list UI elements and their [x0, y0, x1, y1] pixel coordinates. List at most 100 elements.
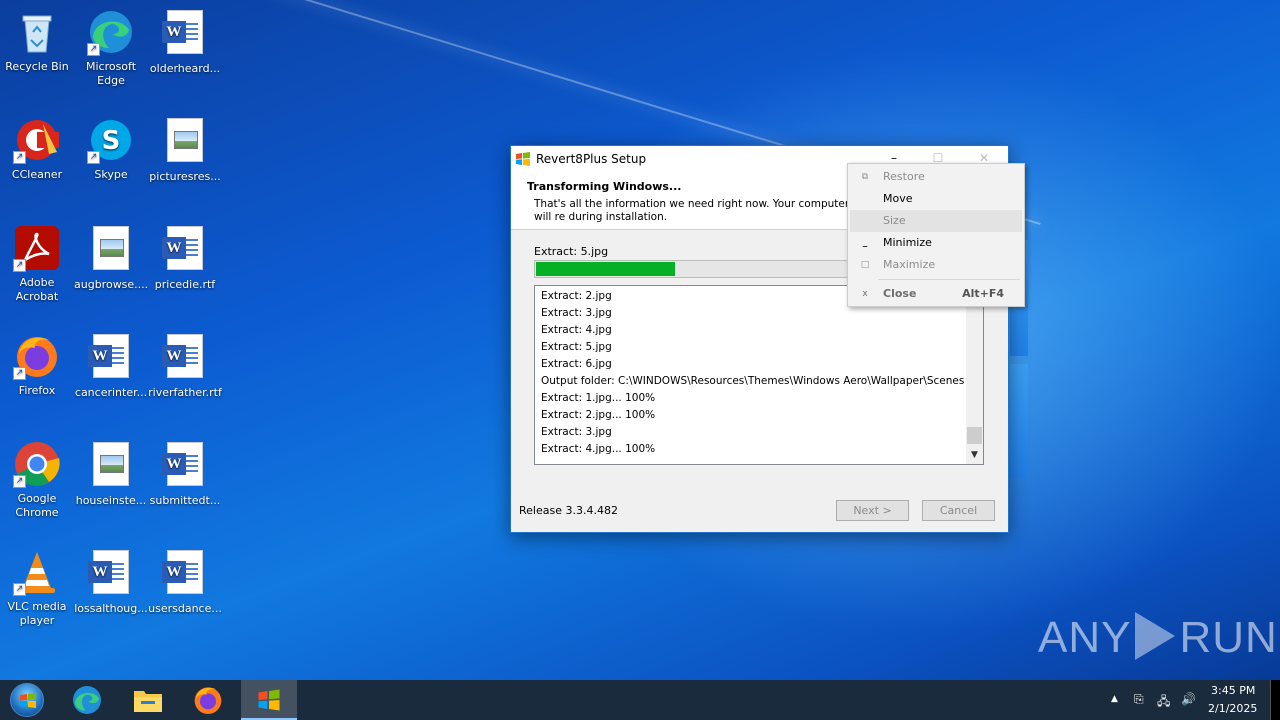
word-document-icon: W: [161, 226, 209, 274]
anyrun-watermark: ANY RUN: [1038, 612, 1278, 663]
shortcut-arrow-icon: ↗: [87, 151, 100, 164]
desktop-icon-skype[interactable]: S ↗ Skype: [74, 116, 148, 182]
menu-item-minimize[interactable]: _ Minimize: [850, 232, 1022, 254]
desktop-icon-microsoft-edge[interactable]: ↗ Microsoft Edge: [74, 8, 148, 88]
desktop-icon-label: CCleaner: [11, 168, 63, 181]
edge-icon: [73, 686, 101, 714]
chrome-icon: ↗: [13, 440, 61, 488]
install-log-lines: Extract: 2.jpg Extract: 3.jpg Extract: 4.j…: [535, 288, 966, 458]
log-scrollbar-thumb[interactable]: [967, 427, 982, 444]
desktop-icon-houseinste[interactable]: houseinste...: [74, 440, 148, 508]
taskbar-file-explorer[interactable]: [120, 680, 176, 720]
desktop-icon-riverfather[interactable]: W riverfather.rtf: [148, 332, 222, 400]
image-file-icon: [87, 442, 135, 490]
log-line: Extract: 4.jpg: [541, 324, 612, 336]
firefox-icon: [194, 687, 222, 714]
taskbar-edge[interactable]: [59, 680, 115, 720]
menu-separator: [878, 279, 1020, 280]
network-icon[interactable]: 🖧: [1157, 692, 1170, 713]
next-button[interactable]: Next >: [836, 500, 909, 521]
extract-status-text: Extract: 5.jpg: [534, 245, 609, 258]
clock-date[interactable]: 2/1/2025: [1208, 702, 1257, 715]
svg-text:S: S: [102, 126, 121, 156]
menu-item-restore[interactable]: ⧉ Restore: [850, 166, 1022, 188]
desktop-icon-label: pricedie.rtf: [154, 278, 216, 291]
desktop-icon-submittedt[interactable]: W submittedt...: [148, 440, 222, 508]
desktop-icon-label: lossalthoug...: [74, 602, 148, 615]
desktop-icon-picturesres[interactable]: picturesres...: [148, 116, 222, 184]
word-document-icon: W: [161, 10, 209, 58]
volume-icon[interactable]: 🔊: [1181, 692, 1196, 706]
desktop-icon-label: Adobe Acrobat: [15, 276, 59, 303]
install-log[interactable]: Extract: 2.jpg Extract: 3.jpg Extract: 4.j…: [534, 285, 984, 465]
taskbar-firefox[interactable]: [180, 680, 236, 720]
windows-flag-icon: [258, 689, 280, 711]
shortcut-arrow-icon: ↗: [13, 475, 26, 488]
shortcut-arrow-icon: ↗: [87, 43, 100, 56]
setup-header-subtitle: That's all the information we need right…: [534, 198, 850, 223]
wallpaper-logo-pane: [1010, 364, 1028, 478]
desktop-icon-label: Firefox: [18, 384, 56, 397]
desktop-icon-firefox[interactable]: ↗ Firefox: [0, 332, 74, 398]
desktop-icon-olderheard[interactable]: W olderheard...: [148, 8, 222, 76]
taskbar-setup[interactable]: [241, 680, 297, 720]
word-document-icon: W: [161, 550, 209, 598]
ccleaner-icon: ↗: [13, 116, 61, 164]
shortcut-arrow-icon: ↗: [13, 151, 26, 164]
desktop-icon-label: Google Chrome: [15, 492, 59, 519]
desktop-icon-label: usersdance...: [148, 602, 222, 615]
desktop-icon-google-chrome[interactable]: ↗ Google Chrome: [0, 440, 74, 520]
desktop-icon-label: houseinste...: [75, 494, 147, 507]
setup-window-title: Revert8Plus Setup: [536, 152, 647, 166]
start-button[interactable]: [0, 680, 56, 720]
device-icon[interactable]: ⎘: [1134, 692, 1144, 707]
recycle-bin-icon: [13, 8, 61, 56]
log-line: Extract: 3.jpg: [541, 426, 612, 438]
menu-item-close[interactable]: x Close Alt+F4: [850, 283, 1022, 305]
menu-item-size[interactable]: Size: [850, 210, 1022, 232]
desktop-icon-label: picturesres...: [149, 170, 221, 183]
clock-time[interactable]: 3:45 PM: [1211, 684, 1255, 697]
firefox-icon: ↗: [13, 332, 61, 380]
start-orb-icon: [10, 683, 44, 717]
windows-flag-icon: [516, 152, 530, 166]
desktop-icon-label: riverfather.rtf: [148, 386, 222, 399]
log-line: Extract: 3.jpg: [541, 307, 612, 319]
shortcut-arrow-icon: ↗: [13, 583, 26, 596]
desktop-icon-pricedie[interactable]: W pricedie.rtf: [148, 224, 222, 292]
log-scrollbar[interactable]: ▼: [966, 286, 983, 464]
progress-fill: [536, 262, 675, 276]
log-line: Extract: 5.jpg: [541, 341, 612, 353]
restore-icon: ⧉: [861, 172, 869, 182]
log-line: Extract: 6.jpg: [541, 358, 612, 370]
desktop-icon-cancerinter[interactable]: W cancerinter...: [74, 332, 148, 400]
desktop-icon-recycle-bin[interactable]: Recycle Bin: [0, 8, 74, 74]
desktop-icon-lossalthoug[interactable]: W lossalthoug...: [74, 548, 148, 616]
desktop-icon-label: Skype: [94, 168, 128, 181]
desktop-icon-label: submittedt...: [149, 494, 221, 507]
desktop-icon-usersdance[interactable]: W usersdance...: [148, 548, 222, 616]
desktop-icon-augbrowse[interactable]: augbrowse....: [74, 224, 148, 292]
shortcut-arrow-icon: ↗: [13, 367, 26, 380]
desktop-icon-label: olderheard...: [149, 62, 221, 75]
cancel-button[interactable]: Cancel: [922, 500, 995, 521]
folder-icon: [134, 691, 162, 712]
adobe-acrobat-icon: ↗: [13, 224, 61, 272]
tray-overflow-chevron-icon[interactable]: ▲: [1111, 694, 1118, 704]
word-document-icon: W: [161, 442, 209, 490]
desktop-icon-vlc[interactable]: ↗ VLC media player: [0, 548, 74, 628]
watermark-left-text: ANY: [1038, 613, 1132, 662]
desktop-icon-label: VLC media player: [7, 600, 67, 627]
setup-header-title: Transforming Windows...: [527, 180, 682, 193]
scroll-down-arrow-icon[interactable]: ▼: [966, 447, 983, 464]
window-system-menu[interactable]: ⧉ Restore Move Size _ Minimize □ Maximiz…: [847, 163, 1025, 307]
log-line: Output folder: C:\WINDOWS\Resources\Them…: [541, 375, 965, 387]
log-line: Extract: 1.jpg... 100%: [541, 392, 656, 404]
image-file-icon: [87, 226, 135, 274]
show-desktop-button[interactable]: [1270, 680, 1280, 720]
desktop-icon-adobe-acrobat[interactable]: ↗ Adobe Acrobat: [0, 224, 74, 304]
maximize-icon: □: [860, 260, 870, 270]
menu-item-move[interactable]: Move: [850, 188, 1022, 210]
menu-item-maximize[interactable]: □ Maximize: [850, 254, 1022, 276]
desktop-icon-ccleaner[interactable]: ↗ CCleaner: [0, 116, 74, 182]
